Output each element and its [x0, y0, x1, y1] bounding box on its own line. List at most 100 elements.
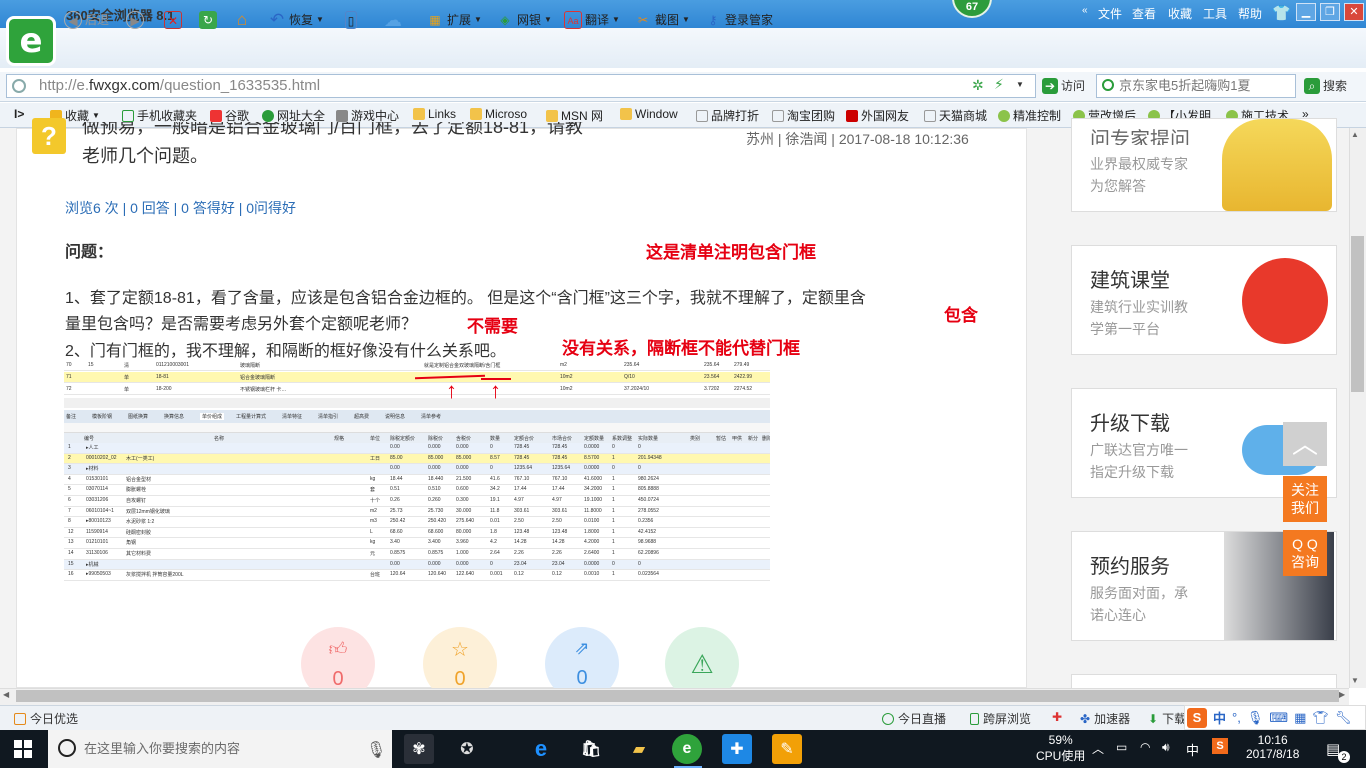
cpu-usage[interactable]: 59% CPU使用	[1036, 733, 1085, 764]
taskbar-app-store[interactable]: 🛍︎	[576, 734, 606, 764]
windows-start-icon[interactable]	[14, 740, 32, 758]
back-button[interactable]: ◀ 后退	[64, 9, 109, 31]
screenshot-cell: 0	[490, 560, 493, 567]
tray-network-icon[interactable]: ▭	[1116, 740, 1127, 754]
annotation-contains: 包含	[944, 306, 978, 326]
menu-help[interactable]: 帮助	[1238, 5, 1262, 22]
scroll-down-icon[interactable]: ▼	[1351, 676, 1359, 685]
tray-expand-icon[interactable]: ︿	[1092, 740, 1104, 757]
bank-button[interactable]: ◈ 网银 ▼	[496, 9, 552, 31]
fav-item-8[interactable]: Window	[620, 107, 678, 121]
home-icon: ⌂	[236, 10, 248, 29]
sidebar-card-ask[interactable]: 问专家提问 业界最权威专家 为您解答	[1071, 118, 1337, 212]
taskbar-app-notes[interactable]: ✎	[772, 734, 802, 764]
fav-item-11[interactable]: 外国网友	[846, 107, 909, 124]
lightning-icon[interactable]: ⚡	[994, 76, 1004, 93]
menu-favorites[interactable]: 收藏	[1168, 5, 1192, 22]
url-dropdown-icon[interactable]: ▼	[1016, 80, 1024, 89]
extensions-button[interactable]: ▦ 扩展 ▼	[426, 9, 482, 31]
chevron-left-icon[interactable]: «	[1082, 5, 1088, 16]
qq-consult-button[interactable]: Q Q 咨询	[1283, 530, 1327, 576]
system-clock[interactable]: 10:16 2017/8/18	[1246, 733, 1299, 761]
login-manager-button[interactable]: ⚷ 登录管家	[704, 9, 773, 31]
screenshot-cell: 767.10	[552, 475, 568, 482]
screenshot-cell: 18.44	[390, 475, 403, 482]
scroll-up-icon[interactable]: ▲	[1351, 130, 1359, 139]
screenshot-cell: 70	[66, 362, 72, 368]
menu-file[interactable]: 文件	[1098, 5, 1122, 22]
restore-button[interactable]: ❐	[1320, 3, 1340, 21]
downloads[interactable]: ⬇ 下载	[1148, 710, 1188, 727]
fav-item-10[interactable]: 淘宝团购	[772, 107, 835, 124]
ime-indicator[interactable]: 中	[1186, 740, 1199, 759]
accelerator[interactable]: ✤ 加速器	[1080, 710, 1130, 727]
taskbar-app-edge[interactable]: e	[526, 734, 556, 764]
menu-view[interactable]: 查看	[1132, 5, 1156, 22]
screenshot-cell: 4.2000	[584, 539, 600, 546]
page-icon	[924, 109, 936, 122]
stop-button[interactable]: ✕	[164, 9, 182, 31]
menu-tools[interactable]: 工具	[1203, 5, 1227, 22]
scroll-left-icon[interactable]: ◀	[3, 690, 9, 699]
screenshot-cell: 0	[490, 465, 493, 472]
screenshot-header-cell: 市场合价	[552, 436, 573, 442]
sidebar-toggle-icon[interactable]: I>	[14, 107, 24, 121]
close-button[interactable]: ✕	[1344, 3, 1364, 21]
forward-button[interactable]: ▶	[126, 9, 144, 31]
scroll-right-icon[interactable]: ▶	[1339, 690, 1345, 699]
fav-item-13[interactable]: 精准控制	[998, 107, 1061, 124]
fav-item-5[interactable]: Links	[413, 107, 456, 121]
url-input[interactable]: http://e.fwxgx.com/question_1633535.html	[6, 74, 1036, 98]
sogou-tray-icon[interactable]: S	[1212, 738, 1228, 754]
screenshot-cell: 0.0000	[584, 444, 600, 450]
minimize-button[interactable]: ▁	[1296, 3, 1316, 21]
taskbar-app-explorer[interactable]: ▰	[624, 734, 654, 764]
screenshot-cell: 980.2624	[638, 475, 659, 482]
today-picks[interactable]: 今日优选	[14, 710, 78, 727]
taskbar-app-snowflake[interactable]: ✾	[404, 734, 434, 764]
taskbar-search-input[interactable]: 在这里输入你要搜索的内容	[48, 730, 392, 768]
taskbar-app-360browser[interactable]: e	[672, 734, 702, 764]
taskbar-app-plus[interactable]: ✚	[722, 734, 752, 764]
screenshot-header-cell: 除税价	[428, 436, 444, 442]
question-paragraph-2: 2、门有门框的，我不理解，和隔断的框好像没有什么关系吧。	[65, 343, 506, 360]
follow-us-button[interactable]: 关注 我们	[1283, 476, 1327, 522]
refresh-button[interactable]: ↻	[199, 9, 217, 31]
translate-button[interactable]: Aa 翻译 ▼	[564, 9, 620, 31]
sidebar-card-classroom[interactable]: 建筑课堂 建筑行业实训教 学第一平台	[1071, 245, 1337, 355]
search-button[interactable]: ⌕ 搜索	[1304, 77, 1347, 94]
screenshot-cell: 728.45	[514, 444, 530, 450]
fav-item-6[interactable]: Microso	[470, 107, 527, 121]
medical-icon[interactable]: ✚	[1052, 710, 1062, 724]
cloud-button[interactable]: ☁	[380, 9, 406, 31]
back-to-top-button[interactable]: ︿	[1283, 422, 1327, 466]
home-button[interactable]: ⌂	[233, 9, 251, 31]
vertical-scroll-thumb[interactable]	[1351, 236, 1364, 392]
screenshot-subtoolbar	[64, 423, 770, 433]
visit-button[interactable]: ➔ 访问	[1042, 77, 1085, 94]
annotation-included: 这是清单注明包含门框	[646, 243, 816, 263]
cross-screen[interactable]: 跨屏浏览	[970, 710, 1031, 727]
vertical-scrollbar[interactable]	[1349, 128, 1366, 688]
mobile-button[interactable]: ▯	[345, 9, 357, 31]
screenshot-cell: 0.000	[456, 560, 469, 567]
taskbar-app-bell[interactable]: ✪	[452, 734, 482, 764]
volume-icon[interactable]: 🔊︎	[1162, 740, 1170, 755]
screenshot-cell: 11590914	[86, 528, 108, 535]
screenshot-cell: 0.00	[390, 444, 400, 450]
horizontal-scroll-thumb[interactable]	[16, 690, 1339, 702]
microphone-icon[interactable]: 🎙︎	[366, 740, 386, 760]
screenshot-cell: 06010104~1	[86, 507, 114, 514]
restore-tabs-button[interactable]: ↶ 恢复 ▼	[268, 9, 324, 31]
fav-item-12[interactable]: 天猫商城	[924, 107, 987, 124]
wifi-icon[interactable]: ◠	[1140, 740, 1150, 754]
ime-chinese: 中	[1213, 711, 1227, 726]
today-live[interactable]: 今日直播	[882, 710, 946, 727]
play-icon	[882, 712, 894, 725]
screenshot-button[interactable]: ✂ 截图 ▼	[634, 9, 690, 31]
screenshot-cell: 8	[68, 518, 71, 525]
search-input[interactable]: 京东家电5折起嗨购1夏	[1096, 74, 1296, 98]
shirt-icon[interactable]: 👕	[1272, 4, 1291, 22]
ime-toolbar[interactable]: S 中 °, 🎙︎ ⌨ ▦ 👕︎ 🔧︎	[1184, 705, 1366, 730]
browser-logo-icon[interactable]: e	[6, 16, 56, 66]
